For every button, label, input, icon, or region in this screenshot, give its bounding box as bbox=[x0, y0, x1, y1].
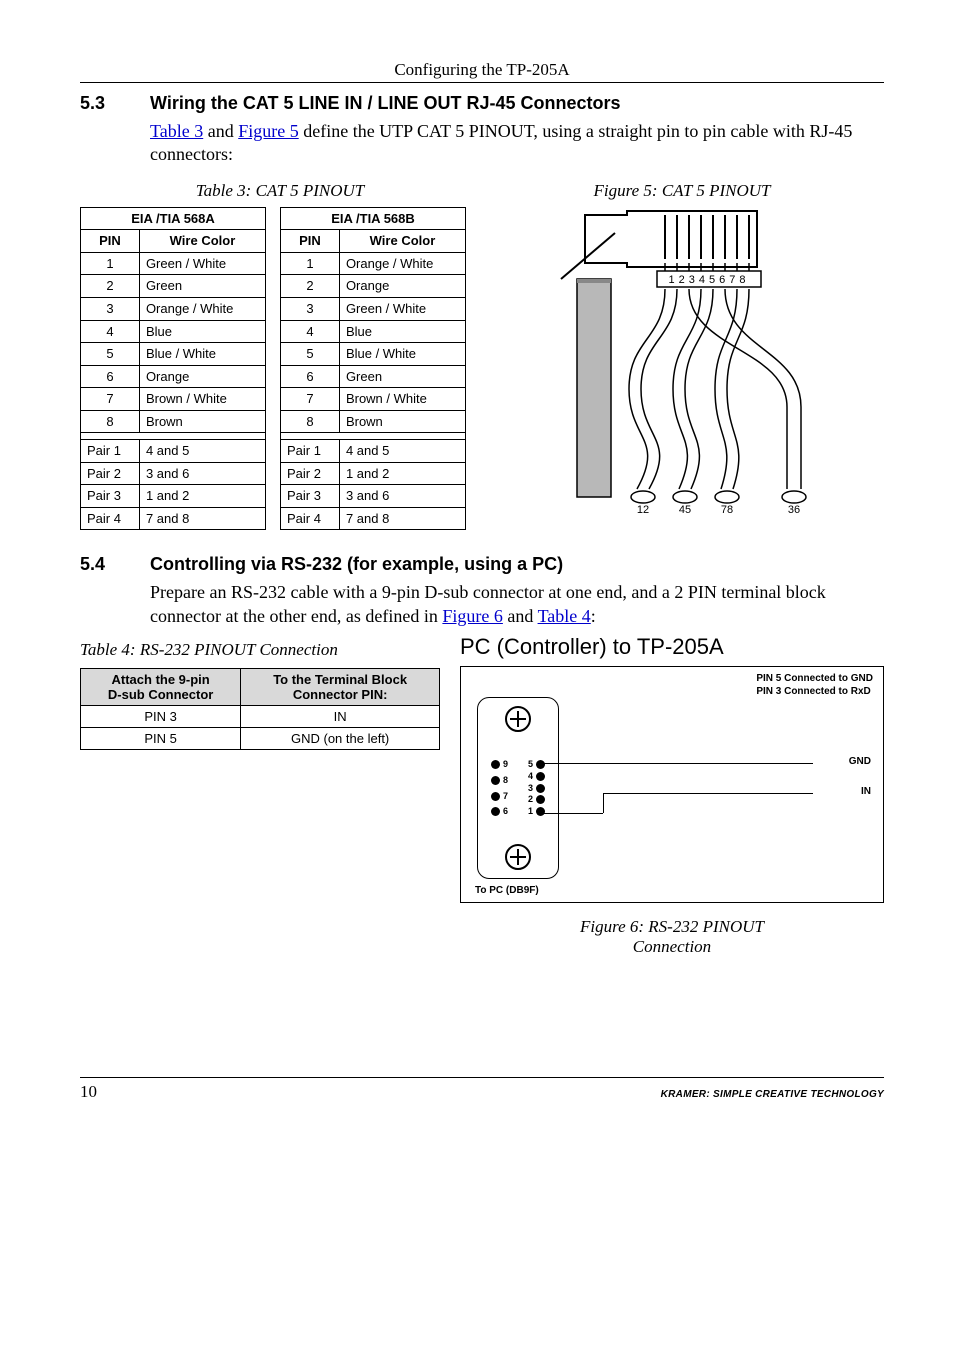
wire-in-a bbox=[543, 813, 603, 814]
figure-6-diagram: PIN 5 Connected to GNDPIN 3 Connected to… bbox=[460, 666, 884, 903]
page-number: 10 bbox=[80, 1082, 97, 1102]
table-row: 5Blue / White bbox=[281, 343, 466, 366]
svg-text:36: 36 bbox=[788, 504, 800, 516]
svg-text:78: 78 bbox=[721, 504, 733, 516]
rj45-icon: 12345678 bbox=[490, 207, 884, 517]
rj45-digits: 12345678 bbox=[669, 274, 750, 286]
th-pin: PIN bbox=[281, 230, 340, 253]
footer-tagline: KRAMER: SIMPLE CREATIVE TECHNOLOGY bbox=[661, 1089, 884, 1100]
table-row: 8Brown bbox=[281, 410, 466, 433]
table-row: 7Brown / White bbox=[281, 388, 466, 411]
table-row: 4Blue bbox=[281, 320, 466, 343]
screw-icon bbox=[505, 706, 531, 732]
table-568a: EIA /TIA 568A PINWire Color 1Green / Whi… bbox=[80, 207, 266, 531]
table-row: Pair 33 and 6 bbox=[281, 485, 466, 508]
table-row: 5Blue / White bbox=[81, 343, 266, 366]
table-3-caption: Table 3: CAT 5 PINOUT bbox=[80, 181, 480, 201]
pin-2: 2 bbox=[536, 795, 545, 804]
wire-in-c bbox=[603, 793, 813, 794]
link-table-4[interactable]: Table 4 bbox=[538, 606, 591, 626]
section-number: 5.4 bbox=[80, 554, 130, 575]
section-title: Wiring the CAT 5 LINE IN / LINE OUT RJ-4… bbox=[150, 93, 621, 114]
pin-8: 8 bbox=[491, 776, 500, 785]
table-row: Pair 21 and 2 bbox=[281, 462, 466, 485]
section-number: 5.3 bbox=[80, 93, 130, 114]
table-row: 4Blue bbox=[81, 320, 266, 343]
section-5-4-heading: 5.4 Controlling via RS-232 (for example,… bbox=[80, 554, 884, 575]
pin-3: 3 bbox=[536, 784, 545, 793]
th-color: Wire Color bbox=[139, 230, 265, 253]
pin-9: 9 bbox=[491, 760, 500, 769]
table-568b-title: EIA /TIA 568B bbox=[281, 207, 466, 230]
running-head: Configuring the TP-205A bbox=[80, 60, 884, 80]
label-to-pc: To PC (DB9F) bbox=[475, 885, 539, 896]
table-row: 3Orange / White bbox=[81, 297, 266, 320]
th-pin: PIN bbox=[81, 230, 140, 253]
th-dsub: Attach the 9-pinD-sub Connector bbox=[81, 669, 241, 706]
table-568b: EIA /TIA 568B PINWire Color 1Orange / Wh… bbox=[280, 207, 466, 531]
section-5-4-paragraph: Prepare an RS-232 cable with a 9-pin D-s… bbox=[150, 581, 884, 628]
figure-6-title: PC (Controller) to TP-205A bbox=[460, 634, 884, 660]
screw-icon bbox=[505, 844, 531, 870]
pin-6: 6 bbox=[491, 807, 500, 816]
pin-1: 1 bbox=[536, 807, 545, 816]
pin-7: 7 bbox=[491, 792, 500, 801]
table-4-caption: Table 4: RS-232 PINOUT Connection bbox=[80, 640, 440, 660]
label-gnd: GND bbox=[849, 756, 871, 767]
table-row: PIN 5GND (on the left) bbox=[81, 728, 440, 750]
pin-5: 5 bbox=[536, 760, 545, 769]
text: and bbox=[503, 606, 538, 626]
table-row: Pair 14 and 5 bbox=[81, 440, 266, 463]
wire-in-b bbox=[603, 793, 604, 813]
table-row: Pair 31 and 2 bbox=[81, 485, 266, 508]
rj45-pinout-figure: 12345678 bbox=[490, 207, 884, 517]
table-row: 6Green bbox=[281, 365, 466, 388]
top-rule bbox=[80, 82, 884, 83]
link-figure-6[interactable]: Figure 6 bbox=[442, 606, 503, 626]
page-footer: 10 KRAMER: SIMPLE CREATIVE TECHNOLOGY bbox=[80, 1077, 884, 1102]
th-color: Wire Color bbox=[339, 230, 465, 253]
table-row: Pair 47 and 8 bbox=[81, 507, 266, 530]
table-row: 6Orange bbox=[81, 365, 266, 388]
table-row: Pair 14 and 5 bbox=[281, 440, 466, 463]
section-5-3-heading: 5.3 Wiring the CAT 5 LINE IN / LINE OUT … bbox=[80, 93, 884, 114]
figure-5-caption: Figure 5: CAT 5 PINOUT bbox=[480, 181, 884, 201]
text: and bbox=[203, 121, 238, 141]
table-row: 2Orange bbox=[281, 275, 466, 298]
link-figure-5[interactable]: Figure 5 bbox=[238, 121, 299, 141]
table-568a-title: EIA /TIA 568A bbox=[81, 207, 266, 230]
pin-4: 4 bbox=[536, 772, 545, 781]
table-row: 2Green bbox=[81, 275, 266, 298]
table-row: Pair 47 and 8 bbox=[281, 507, 466, 530]
th-terminal: To the Terminal BlockConnector PIN: bbox=[241, 669, 440, 706]
figure-6-note: PIN 5 Connected to GNDPIN 3 Connected to… bbox=[756, 673, 873, 698]
section-title: Controlling via RS-232 (for example, usi… bbox=[150, 554, 563, 575]
svg-text:12: 12 bbox=[637, 504, 649, 516]
table-row: 3Green / White bbox=[281, 297, 466, 320]
svg-text:45: 45 bbox=[679, 504, 691, 516]
table-row: Pair 23 and 6 bbox=[81, 462, 266, 485]
label-in: IN bbox=[861, 786, 871, 797]
cat5-tables-and-figure: EIA /TIA 568A PINWire Color 1Green / Whi… bbox=[80, 207, 884, 531]
table-row: 1Green / White bbox=[81, 252, 266, 275]
table-row: 7Brown / White bbox=[81, 388, 266, 411]
db9-connector-icon: 9 8 7 6 5 4 3 2 1 bbox=[477, 697, 559, 879]
table-row: PIN 3IN bbox=[81, 706, 440, 728]
table-row: 8Brown bbox=[81, 410, 266, 433]
wire-gnd bbox=[543, 763, 813, 764]
table-4: Attach the 9-pinD-sub Connector To the T… bbox=[80, 668, 440, 750]
table-row: 1Orange / White bbox=[281, 252, 466, 275]
link-table-3[interactable]: Table 3 bbox=[150, 121, 203, 141]
figure-6-caption: Figure 6: RS-232 PINOUTConnection bbox=[460, 917, 884, 957]
text: : bbox=[591, 606, 596, 626]
section-5-3-paragraph: Table 3 and Figure 5 define the UTP CAT … bbox=[150, 120, 884, 167]
